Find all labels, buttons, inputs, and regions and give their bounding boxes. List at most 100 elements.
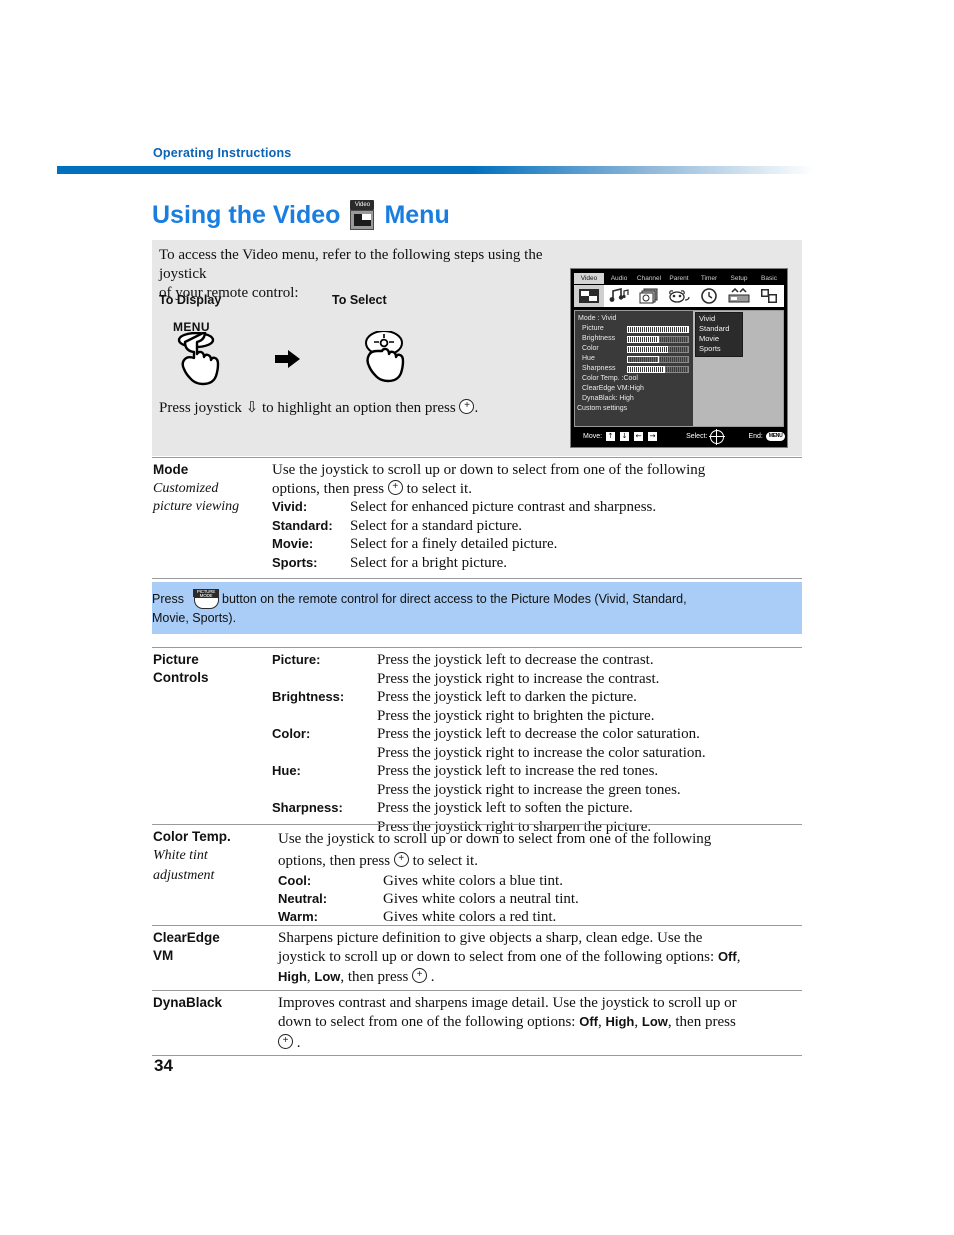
term-mode-sub-2: picture viewing xyxy=(153,499,240,514)
osd-icon-parent[interactable] xyxy=(664,285,694,307)
mode-option-vivid: Vivid: Select for enhanced picture contr… xyxy=(272,498,802,517)
intro-line-1: To access the Video menu, refer to the f… xyxy=(159,247,543,282)
osd-slider-hue[interactable]: Hue xyxy=(575,354,693,364)
osd-popup-option-sports[interactable]: Sports xyxy=(696,344,742,354)
osd-slider-brightness-label: Brightness xyxy=(582,335,616,342)
osd-tab-timer[interactable]: Timer xyxy=(694,273,724,284)
term-clearedge-1: ClearEdge xyxy=(153,930,220,945)
osd-tab-video[interactable]: Video xyxy=(574,273,604,284)
osd-popup-option-movie[interactable]: Movie xyxy=(696,334,742,344)
term-picture-controls-2: Controls xyxy=(153,670,209,685)
pc-row-brightness-def1: Press the joystick left to darken the pi… xyxy=(377,689,637,705)
osd-slider-sharpness-bar[interactable] xyxy=(627,365,689,373)
ce-opt-low: Low xyxy=(314,969,341,985)
osd-mode-popup: Vivid Standard Movie Sports xyxy=(695,312,743,357)
pc-row-brightness-def2: Press the joystick right to brighten the… xyxy=(377,707,655,724)
osd-end-hint: End: MENU xyxy=(748,432,786,441)
osd-row-color-temp[interactable]: Color Temp. :Cool xyxy=(575,374,693,384)
osd-icon-channel[interactable] xyxy=(634,285,664,307)
mode-option-movie: Movie: Select for a finely detailed pict… xyxy=(272,535,802,554)
osd-popup-option-vivid[interactable]: Vivid xyxy=(696,314,742,324)
db-line-2a: down to select from one of the following… xyxy=(278,1013,580,1030)
osd-menu-key-icon: MENU xyxy=(765,432,786,441)
ce-line-2b: , xyxy=(736,948,741,965)
ct-intro-line-2b: to select it. xyxy=(412,853,478,869)
arrow-right-icon xyxy=(275,350,300,368)
mode-option-movie-key: Movie: xyxy=(272,536,314,552)
video-menu-icon: Video xyxy=(349,200,375,230)
term-mode: Mode xyxy=(153,462,189,477)
ct-option-cool-def: Gives white colors a blue tint. xyxy=(383,873,563,889)
db-line-3-end: . xyxy=(296,1035,301,1052)
osd-icon-basic[interactable] xyxy=(754,285,784,307)
osd-key-right: → xyxy=(647,431,659,442)
osd-slider-picture[interactable]: Picture xyxy=(575,324,693,334)
osd-slider-sharpness-label: Sharpness xyxy=(582,365,616,372)
db-opt-low: Low xyxy=(641,1013,668,1029)
dynablack-description: Improves contrast and sharpens image det… xyxy=(278,995,802,1055)
pc-row-color-def1: Press the joystick left to decrease the … xyxy=(377,726,700,742)
osd-slider-color-bar[interactable] xyxy=(627,345,689,353)
pc-row-sharpness-def1: Press the joystick left to soften the pi… xyxy=(377,800,633,816)
osd-slider-sharpness[interactable]: Sharpness xyxy=(575,364,693,374)
press-joystick-part2: to highlight an option then press xyxy=(262,400,456,416)
ct-intro-line-2: options, then press to select it. xyxy=(278,849,802,872)
ct-option-neutral: Neutral: Gives white colors a neutral ti… xyxy=(278,890,802,908)
color-temp-description: Use the joystick to scroll up or down to… xyxy=(278,828,802,926)
osd-tab-parent[interactable]: Parent xyxy=(664,273,694,284)
osd-move-label: Move: xyxy=(583,433,603,440)
to-display-heading: To Display xyxy=(159,293,222,307)
running-head: Operating Instructions xyxy=(153,146,292,160)
pc-row-sharpness: Sharpness: Press the joystick left to so… xyxy=(272,799,802,818)
osd-tab-audio[interactable]: Audio xyxy=(604,273,634,284)
osd-icon-setup[interactable] xyxy=(724,285,754,307)
pc-row-hue-2: Press the joystick right to increase the… xyxy=(272,781,802,800)
ce-line-3: High, Low, then press . xyxy=(278,965,802,988)
osd-icon-timer[interactable] xyxy=(694,285,724,307)
mode-option-sports: Sports: Select for a bright picture. xyxy=(272,554,802,573)
osd-slider-brightness-bar[interactable] xyxy=(627,335,689,343)
pc-row-picture-def2: Press the joystick right to increase the… xyxy=(377,670,660,687)
pc-row-color: Color: Press the joystick left to decrea… xyxy=(272,725,802,744)
osd-tab-basic[interactable]: Basic xyxy=(754,273,784,284)
osd-tab-channel[interactable]: Channel xyxy=(634,273,664,284)
pc-row-hue-key: Hue: xyxy=(272,763,301,778)
mode-option-standard-def: Select for a standard picture. xyxy=(350,517,523,534)
osd-slider-hue-bar[interactable] xyxy=(627,355,689,363)
ct-intro-line-2a: options, then press xyxy=(278,853,391,869)
osd-popup-option-standard[interactable]: Standard xyxy=(696,324,742,334)
joystick-down-arrow-icon: ⇩ xyxy=(245,400,259,416)
rule-above-picture-controls xyxy=(152,647,802,648)
term-picture-controls-1: Picture xyxy=(153,652,199,667)
osd-footer-bar: Move: ↑ ↓ ← → Select: End: MENU xyxy=(574,428,786,445)
to-select-heading: To Select xyxy=(332,293,387,307)
osd-row-custom-settings[interactable]: Custom settings xyxy=(575,404,693,414)
osd-slider-picture-bar[interactable] xyxy=(627,325,689,333)
pc-row-sharpness-key: Sharpness: xyxy=(272,800,343,815)
osd-select-hint: Select: xyxy=(686,428,726,445)
osd-slider-color[interactable]: Color xyxy=(575,344,693,354)
osd-row-dynablack[interactable]: DynaBlack: High xyxy=(575,394,693,404)
osd-icon-video[interactable] xyxy=(574,285,604,307)
pc-row-picture-key: Picture: xyxy=(272,652,321,667)
osd-row-clearedge-vm[interactable]: ClearEdge VM:High xyxy=(575,384,693,394)
term-clearedge-2: VM xyxy=(153,948,174,963)
pc-row-brightness-2: Press the joystick right to brighten the… xyxy=(272,707,802,726)
term-dynablack: DynaBlack xyxy=(153,995,223,1010)
video-menu-icon-screen xyxy=(350,210,375,230)
osd-screenshot: Video Audio Channel Parent Timer Setup B… xyxy=(570,268,788,448)
hand-pressing-menu-icon xyxy=(177,332,220,386)
osd-end-label: End: xyxy=(748,433,763,440)
pc-row-color-key: Color: xyxy=(272,726,311,741)
osd-slider-brightness[interactable]: Brightness xyxy=(575,334,693,344)
osd-tab-setup[interactable]: Setup xyxy=(724,273,754,284)
rule-below-dynablack xyxy=(152,1055,802,1056)
rule-below-mode xyxy=(152,578,802,579)
page-title-after: Menu xyxy=(384,200,450,229)
mode-intro-line-1: Use the joystick to scroll up or down to… xyxy=(272,462,706,478)
ce-line-3-end: . xyxy=(430,969,435,986)
rule-above-color-temp xyxy=(152,824,802,825)
note-line-1: button on the remote control for direct … xyxy=(222,592,687,606)
osd-icon-audio[interactable] xyxy=(604,285,634,307)
db-line-3: . xyxy=(278,1031,802,1055)
